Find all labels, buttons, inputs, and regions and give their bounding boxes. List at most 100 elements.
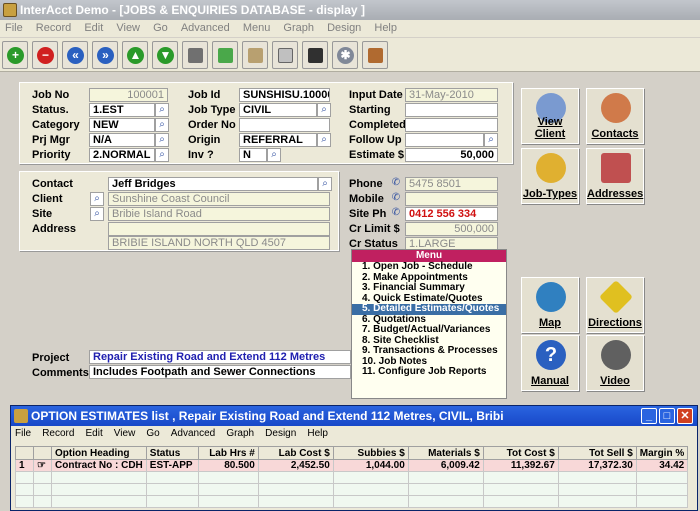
wmenu-edit[interactable]: Edit (82, 426, 107, 441)
table-row[interactable] (15, 471, 689, 484)
follow-up-field[interactable] (405, 133, 484, 147)
job-types-button[interactable]: Job-Types (521, 148, 579, 204)
view-client-button[interactable]: View Client (521, 88, 579, 144)
menu-view[interactable]: View (111, 20, 145, 36)
menu-item-configure-reports[interactable]: 11. Configure Job Reports (352, 366, 506, 378)
table-row[interactable] (15, 483, 689, 496)
delete-button[interactable]: − (32, 41, 58, 69)
contacts-button[interactable]: Contacts (586, 88, 644, 144)
close-button[interactable]: ✕ (677, 408, 693, 424)
follow-up-lookup-icon[interactable]: ⌕ (484, 133, 498, 147)
status-field[interactable]: 1.EST (89, 103, 155, 117)
category-lookup-icon[interactable]: ⌕ (155, 118, 169, 132)
wmenu-design[interactable]: Design (261, 426, 300, 441)
site-field[interactable]: Bribie Island Road (108, 207, 330, 221)
col-tot-sell[interactable]: Tot Sell $ (557, 446, 637, 460)
comments-field[interactable]: Includes Footpath and Sewer Connections (89, 365, 351, 379)
menu-go[interactable]: Go (148, 20, 173, 36)
col-subbies[interactable]: Subbies $ (332, 446, 409, 460)
completed-field[interactable] (405, 118, 498, 132)
menu-item-budget[interactable]: 7. Budget/Actual/Variances (352, 324, 506, 336)
col-status[interactable]: Status (145, 446, 199, 460)
phone-field[interactable]: 5475 8501 (405, 177, 498, 191)
map-button[interactable]: Map (521, 277, 579, 333)
job-type-field[interactable]: CIVIL (239, 103, 317, 117)
print-button[interactable] (182, 41, 208, 69)
wmenu-graph[interactable]: Graph (222, 426, 258, 441)
menu-graph[interactable]: Graph (278, 20, 319, 36)
row-edit-icon[interactable]: ☞ (33, 459, 52, 472)
priority-field[interactable]: 2.NORMAL (89, 148, 155, 162)
wmenu-file[interactable]: File (11, 426, 35, 441)
col-materials[interactable]: Materials $ (407, 446, 484, 460)
job-no-field[interactable]: 100001 (89, 88, 168, 102)
add-button[interactable]: + (2, 41, 28, 69)
address-line-1[interactable] (108, 222, 330, 236)
calculator-button[interactable] (272, 41, 298, 69)
table-row[interactable] (15, 495, 689, 508)
site-ph-field[interactable]: 0412 556 334 (405, 207, 498, 221)
export-button[interactable] (212, 41, 238, 69)
col-margin[interactable]: Margin % (635, 446, 689, 460)
exit-button[interactable] (362, 41, 388, 69)
first-record-button[interactable]: « (62, 41, 88, 69)
status-lookup-icon[interactable]: ⌕ (155, 103, 169, 117)
screen-button[interactable] (302, 41, 328, 69)
contact-lookup-icon[interactable]: ⌕ (318, 177, 332, 191)
project-field[interactable]: Repair Existing Road and Extend 112 Metr… (89, 350, 351, 364)
wmenu-advanced[interactable]: Advanced (167, 426, 219, 441)
directions-button[interactable]: Directions (586, 277, 644, 333)
client-lookup-icon[interactable]: ⌕ (90, 192, 104, 206)
menu-item-detailed-estimates[interactable]: 5. Detailed Estimates/Quotes (352, 303, 506, 315)
next-button[interactable]: ▼ (152, 41, 178, 69)
search-button[interactable] (242, 41, 268, 69)
origin-field[interactable]: REFERRAL (239, 133, 317, 147)
site-lookup-icon[interactable]: ⌕ (90, 207, 104, 221)
client-field[interactable]: Sunshine Coast Council (108, 192, 330, 206)
menu-record[interactable]: Record (31, 20, 76, 36)
priority-lookup-icon[interactable]: ⌕ (155, 148, 169, 162)
last-record-button[interactable]: » (92, 41, 118, 69)
prj-mgr-field[interactable]: N/A (89, 133, 155, 147)
col-lab-cost[interactable]: Lab Cost $ (257, 446, 334, 460)
origin-lookup-icon[interactable]: ⌕ (317, 133, 331, 147)
estimate-field[interactable]: 50,000 (405, 148, 498, 162)
col-option-heading[interactable]: Option Heading (51, 446, 147, 460)
col-tot-cost[interactable]: Tot Cost $ (482, 446, 559, 460)
col-lab-hrs[interactable]: Lab Hrs # (197, 446, 259, 460)
menu-advanced[interactable]: Advanced (176, 20, 235, 36)
menu-file[interactable]: File (0, 20, 28, 36)
minimize-button[interactable]: _ (641, 408, 657, 424)
prj-mgr-lookup-icon[interactable]: ⌕ (155, 133, 169, 147)
mobile-field[interactable] (405, 192, 498, 206)
menu-item-open-job[interactable]: 1. Open Job - Schedule (352, 261, 506, 273)
category-field[interactable]: NEW (89, 118, 155, 132)
addresses-button[interactable]: Addresses (586, 148, 644, 204)
menu-edit[interactable]: Edit (79, 20, 108, 36)
table-row[interactable]: 1 ☞ Contract No : CDH EST-APP 80.500 2,4… (15, 459, 689, 472)
address-line-2[interactable]: BRIBIE ISLAND NORTH QLD 4507 (108, 236, 330, 250)
wmenu-help[interactable]: Help (303, 426, 332, 441)
site-phone-icon[interactable]: ✆ (389, 207, 403, 221)
cr-limit-field[interactable]: 500,000 (405, 222, 498, 236)
contact-field[interactable]: Jeff Bridges (108, 177, 318, 191)
starting-field[interactable] (405, 103, 498, 117)
inv-field[interactable]: N (239, 148, 267, 162)
job-type-lookup-icon[interactable]: ⌕ (317, 103, 331, 117)
menu-help[interactable]: Help (369, 20, 402, 36)
manual-button[interactable]: ? Manual (521, 335, 579, 391)
order-no-field[interactable] (239, 118, 330, 132)
wmenu-record[interactable]: Record (38, 426, 78, 441)
video-button[interactable]: Video (586, 335, 644, 391)
maximize-button[interactable]: □ (659, 408, 675, 424)
inv-lookup-icon[interactable]: ⌕ (267, 148, 281, 162)
previous-button[interactable]: ▲ (122, 41, 148, 69)
menu-item-financial-summary[interactable]: 3. Financial Summary (352, 282, 506, 294)
menu-item-transactions[interactable]: 9. Transactions & Processes (352, 345, 506, 357)
settings-button[interactable]: ✱ (332, 41, 358, 69)
wmenu-view[interactable]: View (110, 426, 140, 441)
phone-icon[interactable]: ✆ (389, 177, 403, 191)
job-id-field[interactable]: SUNSHISU.10000 (239, 88, 330, 102)
mobile-icon[interactable]: ✆ (389, 192, 403, 206)
menu-menu[interactable]: Menu (238, 20, 276, 36)
